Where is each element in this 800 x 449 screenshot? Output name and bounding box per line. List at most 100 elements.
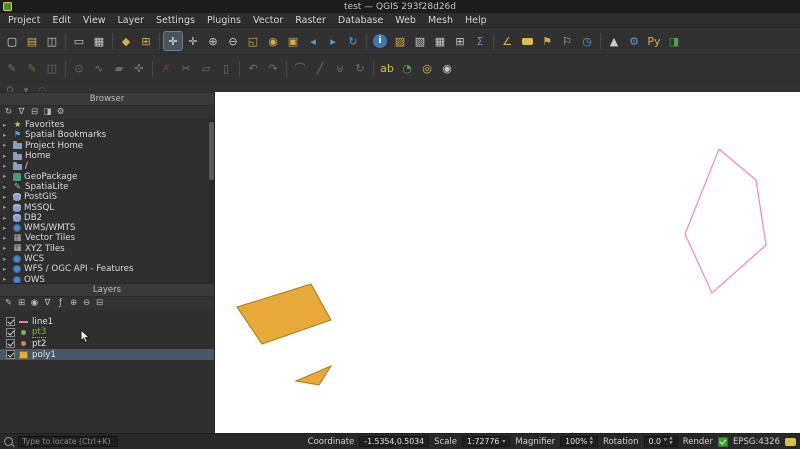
merge-features-icon[interactable]: ⊎ bbox=[331, 60, 349, 78]
select-features-icon[interactable]: ▨ bbox=[391, 32, 409, 50]
scrollbar-thumb[interactable] bbox=[209, 122, 214, 180]
browser-item-spatialite[interactable]: ✎ SpatiaLite bbox=[0, 182, 214, 192]
layout-manager-icon[interactable]: ▦ bbox=[90, 32, 108, 50]
menu-plugins[interactable]: Plugins bbox=[201, 15, 247, 26]
save-edits-icon[interactable]: ◫ bbox=[43, 60, 61, 78]
browser-item-ows[interactable]: OWS bbox=[0, 274, 214, 283]
paste-features-icon[interactable]: ▯ bbox=[217, 60, 235, 78]
browser-item-favorites[interactable]: ★ Favorites bbox=[0, 120, 214, 130]
map-tips-icon[interactable] bbox=[518, 32, 536, 50]
browser-collapse-all-icon[interactable]: ⊟ bbox=[28, 107, 41, 119]
layer-visibility-checkbox[interactable] bbox=[6, 350, 15, 359]
plugin-manager-icon[interactable]: ◨ bbox=[665, 32, 683, 50]
chevron-right-icon[interactable] bbox=[3, 163, 10, 170]
menu-mesh[interactable]: Mesh bbox=[422, 15, 459, 26]
temporal-controller-icon[interactable]: ◷ bbox=[578, 32, 596, 50]
filter-expression-icon[interactable]: ƒ bbox=[54, 298, 67, 310]
chevron-right-icon[interactable] bbox=[3, 142, 10, 149]
browser-scrollbar[interactable] bbox=[209, 118, 214, 283]
chevron-right-icon[interactable] bbox=[3, 225, 10, 232]
rotate-feature-icon[interactable]: ↻ bbox=[351, 60, 369, 78]
undo-icon[interactable]: ↶ bbox=[244, 60, 262, 78]
browser-item-wcs[interactable]: WCS bbox=[0, 254, 214, 264]
menu-vector[interactable]: Vector bbox=[247, 15, 289, 26]
menu-database[interactable]: Database bbox=[332, 15, 389, 26]
rotation-spinbox[interactable]: 0.0 ° ▲ ▼ bbox=[643, 436, 678, 447]
delete-selected-icon[interactable]: ✗ bbox=[157, 60, 175, 78]
cut-features-icon[interactable]: ✂ bbox=[177, 60, 195, 78]
new-print-layout-icon[interactable]: ▭ bbox=[70, 32, 88, 50]
menu-raster[interactable]: Raster bbox=[289, 15, 332, 26]
chevron-right-icon[interactable] bbox=[3, 204, 10, 211]
new-project-icon[interactable]: ▢ bbox=[3, 32, 21, 50]
chevron-right-icon[interactable] bbox=[3, 153, 10, 160]
save-project-icon[interactable]: ◫ bbox=[43, 32, 61, 50]
chevron-right-icon[interactable] bbox=[3, 276, 10, 283]
coordinate-value[interactable]: -1.5354,0.5034 bbox=[359, 436, 430, 447]
chevron-right-icon[interactable] bbox=[3, 235, 10, 242]
new-3d-map-icon[interactable]: ▲ bbox=[605, 32, 623, 50]
copy-features-icon[interactable]: ▱ bbox=[197, 60, 215, 78]
python-console-icon[interactable]: Py bbox=[645, 32, 663, 50]
remove-layer-icon[interactable]: ⊟ bbox=[93, 298, 106, 310]
show-bookmarks-icon[interactable]: ⚐ bbox=[558, 32, 576, 50]
browser-item-spatial-bookmarks[interactable]: ⚑ Spatial Bookmarks bbox=[0, 130, 214, 140]
layer-visibility-checkbox[interactable] bbox=[6, 317, 15, 326]
current-edits-icon[interactable]: ✎ bbox=[3, 60, 21, 78]
filter-legend-icon[interactable]: ∇ bbox=[41, 298, 54, 310]
pin-labels-icon[interactable]: ◎ bbox=[418, 60, 436, 78]
zoom-in-icon[interactable]: ⊕ bbox=[204, 32, 222, 50]
browser-item-geopackage[interactable]: GeoPackage bbox=[0, 171, 214, 182]
layer-diagram-icon[interactable]: ◔ bbox=[398, 60, 416, 78]
browser-item-wms[interactable]: WMS/WMTS bbox=[0, 223, 214, 233]
add-polygon-feature-icon[interactable]: ▰ bbox=[110, 60, 128, 78]
layer-row-pt2[interactable]: pt2 bbox=[0, 338, 214, 349]
highlight-labels-icon[interactable]: ◉ bbox=[438, 60, 456, 78]
layers-panel-header[interactable]: Layers bbox=[0, 283, 214, 297]
layer-styling-icon[interactable]: ✎ bbox=[2, 298, 15, 310]
crs-status[interactable]: EPSG:4326 bbox=[733, 437, 780, 447]
browser-item-wfs[interactable]: WFS / OGC API - Features bbox=[0, 264, 214, 274]
expand-all-icon[interactable]: ⊕ bbox=[67, 298, 80, 310]
magnifier-spinbox[interactable]: 100% ▲ ▼ bbox=[560, 436, 598, 447]
chevron-right-icon[interactable] bbox=[3, 194, 10, 201]
browser-refresh-icon[interactable]: ↻ bbox=[2, 107, 15, 119]
browser-options-icon[interactable]: ⚙ bbox=[54, 107, 67, 119]
processing-toolbox-icon[interactable]: ⚙ bbox=[625, 32, 643, 50]
open-project-icon[interactable]: ▤ bbox=[23, 32, 41, 50]
chevron-right-icon[interactable] bbox=[3, 184, 10, 191]
scale-combobox[interactable]: 1:72776 ▾ bbox=[462, 436, 511, 447]
layer-row-line1[interactable]: line1 bbox=[0, 316, 214, 327]
measure-line-icon[interactable]: ∠ bbox=[498, 32, 516, 50]
open-attribute-table-icon[interactable]: ▦ bbox=[431, 32, 449, 50]
browser-properties-icon[interactable]: ◨ bbox=[41, 107, 54, 119]
spinner-arrows-icon[interactable]: ▲ ▼ bbox=[669, 436, 672, 446]
reshape-features-icon[interactable]: ⌒ bbox=[291, 60, 309, 78]
zoom-to-selection-icon[interactable]: ◉ bbox=[264, 32, 282, 50]
chevron-right-icon[interactable] bbox=[3, 173, 10, 180]
messages-bubble-icon[interactable] bbox=[785, 437, 796, 446]
render-checkbox[interactable] bbox=[718, 436, 729, 447]
redo-icon[interactable]: ↷ bbox=[264, 60, 282, 78]
split-features-icon[interactable]: ╱ bbox=[311, 60, 329, 78]
add-group-icon[interactable]: ⊞ bbox=[15, 298, 28, 310]
manage-themes-icon[interactable]: ◉ bbox=[28, 298, 41, 310]
locate-input[interactable] bbox=[18, 436, 118, 447]
browser-item-home[interactable]: Home bbox=[0, 151, 214, 161]
browser-filter-icon[interactable]: ∇ bbox=[15, 107, 28, 119]
map-canvas[interactable] bbox=[215, 92, 800, 434]
chevron-right-icon[interactable] bbox=[3, 266, 10, 273]
menu-project[interactable]: Project bbox=[2, 15, 47, 26]
browser-item-postgis[interactable]: PostGIS bbox=[0, 192, 214, 202]
vertex-tool-icon[interactable]: ✜ bbox=[130, 60, 148, 78]
data-source-manager-icon[interactable]: ⊞ bbox=[137, 32, 155, 50]
menu-layer[interactable]: Layer bbox=[111, 15, 150, 26]
deselect-features-icon[interactable]: ▧ bbox=[411, 32, 429, 50]
identify-features-icon[interactable]: i bbox=[373, 34, 387, 48]
chevron-right-icon[interactable] bbox=[3, 256, 10, 263]
spinner-arrows-icon[interactable]: ▲ ▼ bbox=[589, 436, 592, 446]
chevron-right-icon[interactable] bbox=[3, 215, 10, 222]
layer-visibility-checkbox[interactable] bbox=[6, 328, 15, 337]
menu-help[interactable]: Help bbox=[459, 15, 493, 26]
add-point-feature-icon[interactable]: ⊙ bbox=[70, 60, 88, 78]
